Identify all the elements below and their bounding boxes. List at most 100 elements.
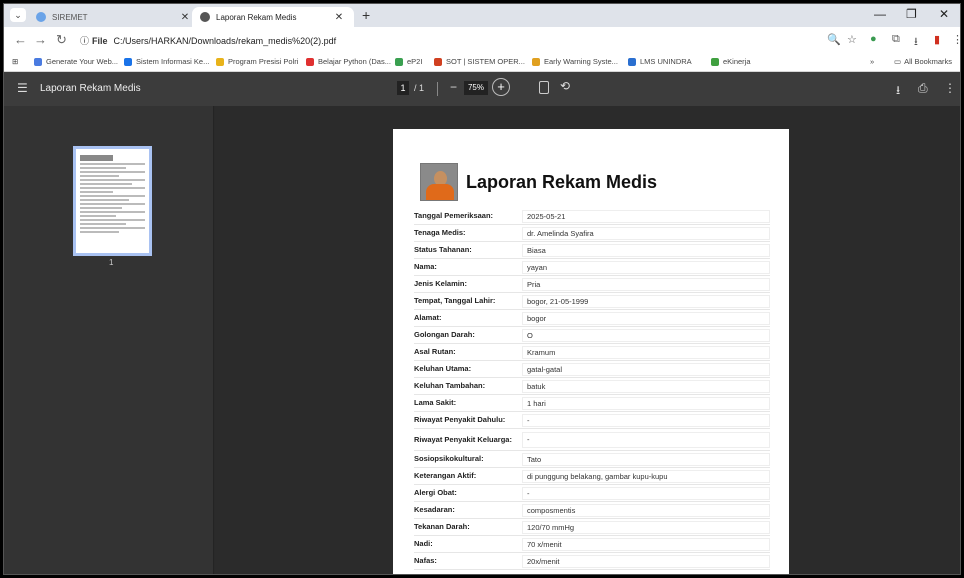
bookmark-item[interactable]: eKinerja [711, 57, 751, 66]
chevron-right-icon[interactable]: » [870, 57, 874, 66]
download-icon[interactable]: ⭳ [896, 81, 900, 102]
field-label: Alergi Obat: [414, 488, 457, 497]
hamburger-menu-icon[interactable]: ☰ [17, 81, 28, 95]
page-total: / 1 [414, 83, 425, 93]
field-label: Riwayat Penyakit Keluarga: [414, 434, 512, 444]
field-value: 1 hari [522, 396, 770, 410]
bookmark-icon [395, 57, 403, 66]
bookmark-item[interactable]: Program Presisi Polri [216, 57, 298, 66]
report-row: Status Tahanan: Biasa [414, 242, 770, 259]
bookmark-label: Early Warning Syste... [544, 57, 618, 66]
new-tab-button[interactable]: + [362, 7, 370, 23]
zoom-in-icon[interactable]: + [492, 78, 510, 96]
field-value: bogor [522, 311, 770, 325]
field-label: Riwayat Penyakit Dahulu: [414, 415, 506, 424]
zoom-icon[interactable]: 🔍 [827, 33, 841, 46]
page-number-input[interactable]: 1 [397, 81, 409, 95]
field-value: batuk [522, 379, 770, 393]
pdf-title: Laporan Rekam Medis [40, 83, 141, 94]
field-value: Biasa [522, 243, 770, 257]
bookmark-item[interactable]: Belajar Python (Das... [306, 57, 391, 66]
menu-icon[interactable]: ⋮ [952, 33, 960, 46]
close-icon[interactable]: ✕ [178, 12, 192, 23]
minimize-icon[interactable]: — [874, 7, 886, 21]
field-value: bogor, 21-05-1999 [522, 294, 770, 308]
report-row: Alergi Obat: - [414, 485, 770, 502]
report-row: Keluhan Utama: gatal-gatal [414, 361, 770, 378]
zoom-input[interactable]: 75% [464, 81, 488, 95]
report-row: Riwayat Penyakit Dahulu: - [414, 412, 770, 429]
field-value: di punggung belakang, gambar kupu-kupu [522, 469, 770, 483]
all-bookmarks-button[interactable]: ▭ All Bookmarks [894, 57, 952, 66]
field-label: Nafas: [414, 556, 437, 565]
fit-page-icon[interactable] [539, 81, 549, 94]
address-bar[interactable]: ⓘ File C:/Users/HARKAN/Downloads/rekam_m… [80, 31, 820, 50]
report-row: Nadi: 70 x/menit [414, 536, 770, 553]
field-value: 2025-05-21 [522, 209, 770, 223]
report-row: Nafas: 20x/menit [414, 553, 770, 570]
field-value: O [522, 328, 770, 342]
bookmark-item[interactable]: LMS UNINDRA [628, 57, 692, 66]
bookmark-label: Program Presisi Polri [228, 57, 299, 66]
rotate-icon[interactable]: ⟲ [560, 79, 570, 93]
field-value: 20x/menit [522, 554, 770, 568]
bookmark-item[interactable]: Generate Your Web... [34, 57, 118, 66]
field-value: Kramum [522, 345, 770, 359]
forward-icon[interactable]: → [34, 32, 47, 47]
pdf-content-area: Laporan Rekam Medis Tanggal Pemeriksaan:… [215, 106, 960, 574]
zoom-out-icon[interactable]: − [450, 80, 457, 94]
report-fields: Tanggal Pemeriksaan: 2025-05-21 Tenaga Med… [414, 208, 770, 570]
star-icon[interactable]: ☆ [847, 33, 857, 46]
bookmark-icon [532, 57, 540, 66]
close-window-icon[interactable]: ✕ [939, 7, 949, 21]
field-label: Tanggal Pemeriksaan: [414, 211, 494, 220]
report-row: Golongan Darah: O [414, 327, 770, 344]
reload-icon[interactable]: ↻ [56, 32, 67, 48]
thumbnail-sidebar: 1 [4, 106, 214, 574]
bookmark-item[interactable]: Sistem Informasi Ke... [124, 57, 209, 66]
file-chip: File [92, 35, 108, 46]
more-options-icon[interactable]: ⋮ [944, 81, 956, 95]
download-icon[interactable]: ⭳ [914, 33, 918, 52]
field-label: Alamat: [414, 313, 442, 322]
extension-icon[interactable]: ● [870, 33, 877, 45]
report-row: Asal Rutan: Kramum [414, 344, 770, 361]
report-row: Tanggal Pemeriksaan: 2025-05-21 [414, 208, 770, 225]
bookmark-icon [306, 57, 314, 66]
print-icon[interactable]: ⎙ [918, 81, 928, 96]
bookmark-item[interactable]: Early Warning Syste... [532, 57, 618, 66]
field-label: Jenis Kelamin: [414, 279, 467, 288]
report-row: Keterangan Aktif: di punggung belakang, g… [414, 468, 770, 485]
report-row: Keluhan Tambahan: batuk [414, 378, 770, 395]
apps-icon[interactable]: ⊞ [12, 57, 18, 66]
field-label: Asal Rutan: [414, 347, 456, 356]
tab-title: Laporan Rekam Medis [216, 12, 297, 22]
report-row: Sosiopsikokultural: Tato [414, 451, 770, 468]
extensions-icon[interactable]: ⧉ [892, 33, 900, 46]
bookmark-item[interactable]: eP2I [395, 57, 422, 66]
report-row: Kesadaran: composmentis [414, 502, 770, 519]
profile-icon[interactable]: ▮ [934, 33, 940, 46]
info-icon[interactable]: ⓘ [80, 34, 89, 47]
field-label: Lama Sakit: [414, 398, 457, 407]
siremet-favicon-icon [36, 12, 46, 22]
field-value: 70 x/menit [522, 537, 770, 551]
tab-search-button[interactable]: ⌄ [10, 8, 26, 22]
bookmark-item[interactable]: SOT | SISTEM OPER... [434, 57, 525, 66]
tab-siremet[interactable]: SIREMET ✕ [28, 7, 200, 27]
pdf-toolbar: ☰ Laporan Rekam Medis 1 / 1 − 75% + ⟲ ⭳ … [4, 72, 960, 106]
report-header: Laporan Rekam Medis [420, 163, 657, 201]
tab-laporan-rekam-medis[interactable]: Laporan Rekam Medis ✕ [192, 7, 354, 27]
field-label: Kesadaran: [414, 505, 455, 514]
tab-strip: ⌄ SIREMET ✕ Laporan Rekam Medis ✕ + — ❐ … [4, 4, 960, 27]
field-label: Nama: [414, 262, 437, 271]
back-icon[interactable]: ← [14, 32, 27, 47]
field-label: Keluhan Tambahan: [414, 381, 486, 390]
page-thumbnail[interactable] [73, 146, 152, 256]
maximize-icon[interactable]: ❐ [906, 7, 917, 21]
bookmark-icon [216, 57, 224, 66]
field-value: Pria [522, 277, 770, 291]
folder-icon: ▭ [894, 57, 902, 66]
field-value: gatal-gatal [522, 362, 770, 376]
close-icon[interactable]: ✕ [332, 12, 346, 23]
